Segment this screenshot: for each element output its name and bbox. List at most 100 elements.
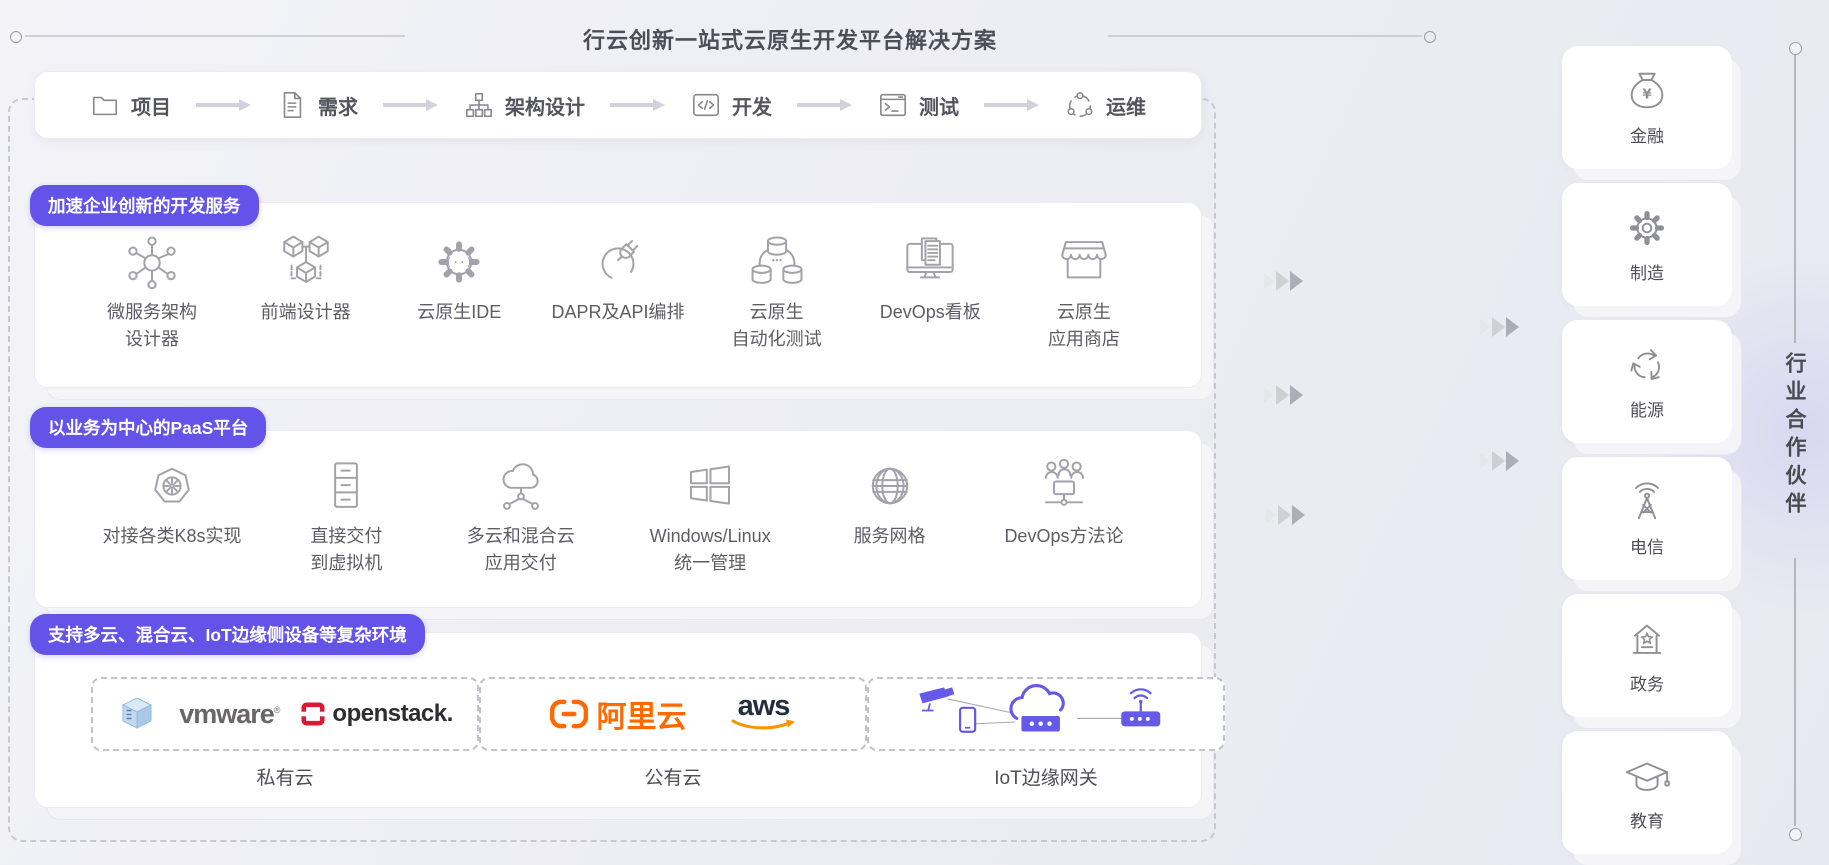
arrow-right-icon — [797, 99, 853, 111]
environments-panel: vmware® openstack. 私有云 阿里云 aws — [34, 632, 1202, 808]
service-item-label: 云原生 应用商店 — [1048, 299, 1120, 353]
service-item-label: 直接交付 到虚拟机 — [310, 523, 382, 577]
header-rule-left — [25, 35, 405, 37]
service-item-label: DevOps方法论 — [1004, 523, 1123, 550]
workflow-item-project: 项目 — [90, 90, 171, 120]
private-cloud-group: vmware® openstack. 私有云 — [91, 677, 479, 790]
workflow-item-label: 需求 — [318, 91, 358, 120]
workflow-item-architecture: 架构设计 — [464, 90, 585, 120]
workflow-item-label: 开发 — [732, 91, 772, 120]
workflow-item-label: 运维 — [1106, 91, 1146, 120]
service-item: DAPR及API编排 — [538, 233, 698, 326]
ops-cycle-icon — [1065, 90, 1095, 120]
vm-server-icon — [317, 457, 375, 515]
industry-card-label: 制造 — [1630, 259, 1664, 284]
solution-diagram: 行云创新一站式云原生开发平台解决方案 项目 需求 架构设计 开发 测试 — [0, 0, 1829, 865]
svg-text:(··): (··) — [446, 255, 473, 269]
forward-chevrons-icon — [1262, 269, 1306, 293]
workflow-item-label: 架构设计 — [505, 91, 585, 120]
cloudnative-autotest-icon — [748, 233, 806, 291]
finance-moneybag-icon: ¥ — [1624, 68, 1670, 114]
iot-gateway-box — [867, 677, 1225, 751]
industry-card-label: 金融 — [1630, 122, 1664, 147]
workflow-item-operations: 运维 — [1065, 90, 1146, 120]
service-item: 云原生 自动化测试 — [702, 233, 852, 353]
windows-linux-icon — [681, 457, 739, 515]
svg-text:¥: ¥ — [1642, 88, 1652, 103]
service-item-label: 服务网格 — [854, 523, 926, 550]
dapr-api-icon — [589, 233, 647, 291]
education-cap-icon — [1624, 753, 1670, 799]
telecom-tower-icon — [1624, 479, 1670, 525]
manufacturing-gear-icon — [1624, 205, 1670, 251]
partner-rail-line-top — [1794, 55, 1796, 343]
rail-end-dot-bottom — [1789, 828, 1802, 841]
paas-row: 对接各类K8s实现 直接交付 到虚拟机 多云和混合云 应用交付 Windows/… — [35, 431, 1201, 577]
service-item: (··) 云原生IDE — [384, 233, 534, 326]
openstack-logo: openstack. — [301, 700, 452, 728]
aws-logo: aws — [731, 695, 797, 732]
vmware-logo: vmware® — [179, 699, 279, 730]
industry-card-label: 能源 — [1630, 396, 1664, 421]
server-cube-icon — [117, 694, 157, 734]
service-item: 对接各类K8s实现 — [87, 457, 257, 550]
partner-rail-title: 行业合作伙伴 — [1779, 352, 1809, 520]
industry-card-label: 电信 — [1630, 533, 1664, 558]
app-store-icon — [1055, 233, 1113, 291]
aliyun-bracket-icon — [550, 698, 588, 730]
iot-gateway-group: IoT边缘网关 — [867, 677, 1225, 790]
service-item: 云原生 应用商店 — [1009, 233, 1159, 353]
workflow-bar: 项目 需求 架构设计 开发 测试 运维 — [34, 71, 1202, 139]
industry-card-finance: ¥ 金融 — [1562, 46, 1732, 169]
code-window-icon — [691, 90, 721, 120]
arrow-right-icon — [383, 99, 439, 111]
cloud-group-label: 公有云 — [644, 763, 701, 790]
industry-card-manufacturing: 制造 — [1562, 183, 1732, 306]
cloud-group-label: 私有云 — [256, 763, 313, 790]
service-item: 多云和混合云 应用交付 — [436, 457, 606, 577]
service-item-label: Windows/Linux 统一管理 — [650, 523, 771, 577]
header-end-dot-left — [10, 31, 22, 43]
forward-chevrons-icon — [1264, 503, 1308, 527]
service-item: Windows/Linux 统一管理 — [620, 457, 800, 577]
service-item-label: 云原生 自动化测试 — [732, 299, 822, 353]
aws-smile-icon — [731, 719, 797, 733]
workflow-item-development: 开发 — [691, 90, 772, 120]
industry-card-education: 教育 — [1562, 731, 1732, 854]
service-mesh-globe-icon — [861, 457, 919, 515]
forward-chevrons-icon — [1478, 449, 1522, 473]
paas-panel: 对接各类K8s实现 直接交付 到虚拟机 多云和混合云 应用交付 Windows/… — [34, 430, 1202, 608]
service-item: DevOps方法论 — [979, 457, 1149, 550]
iot-devices-icon — [891, 683, 1201, 745]
service-item-label: DAPR及API编排 — [551, 299, 684, 326]
devops-board-icon — [901, 233, 959, 291]
arrow-right-icon — [984, 99, 1040, 111]
frontend-designer-icon — [277, 233, 335, 291]
forward-chevrons-icon — [1478, 315, 1522, 339]
folder-icon — [90, 90, 120, 120]
environments-badge: 支持多云、混合云、IoT边缘侧设备等复杂环境 — [30, 614, 425, 655]
private-cloud-box: vmware® openstack. — [91, 677, 479, 751]
microservice-architecture-icon — [123, 233, 181, 291]
workflow-item-label: 项目 — [131, 91, 171, 120]
public-cloud-box: 阿里云 aws — [479, 677, 867, 751]
kubernetes-icon — [143, 457, 201, 515]
service-item: DevOps看板 — [855, 233, 1005, 326]
industry-card-label: 教育 — [1630, 807, 1664, 832]
service-item: 前端设计器 — [231, 233, 381, 326]
sitemap-icon — [464, 90, 494, 120]
service-item-label: 云原生IDE — [417, 299, 501, 326]
multicloud-delivery-icon — [492, 457, 550, 515]
cloudnative-ide-icon: (··) — [430, 233, 488, 291]
government-building-icon — [1624, 616, 1670, 662]
service-item-label: 微服务架构 设计器 — [107, 299, 197, 353]
industry-card-label: 政务 — [1630, 670, 1664, 695]
partner-rail-line-bottom — [1794, 558, 1796, 826]
industry-card-government: 政务 — [1562, 594, 1732, 717]
workflow-item-testing: 测试 — [878, 90, 959, 120]
devops-methodology-icon — [1035, 457, 1093, 515]
energy-recycle-icon — [1624, 342, 1670, 388]
forward-chevrons-icon — [1262, 383, 1306, 407]
service-item: 服务网格 — [815, 457, 965, 550]
rail-end-dot-top — [1789, 42, 1802, 55]
